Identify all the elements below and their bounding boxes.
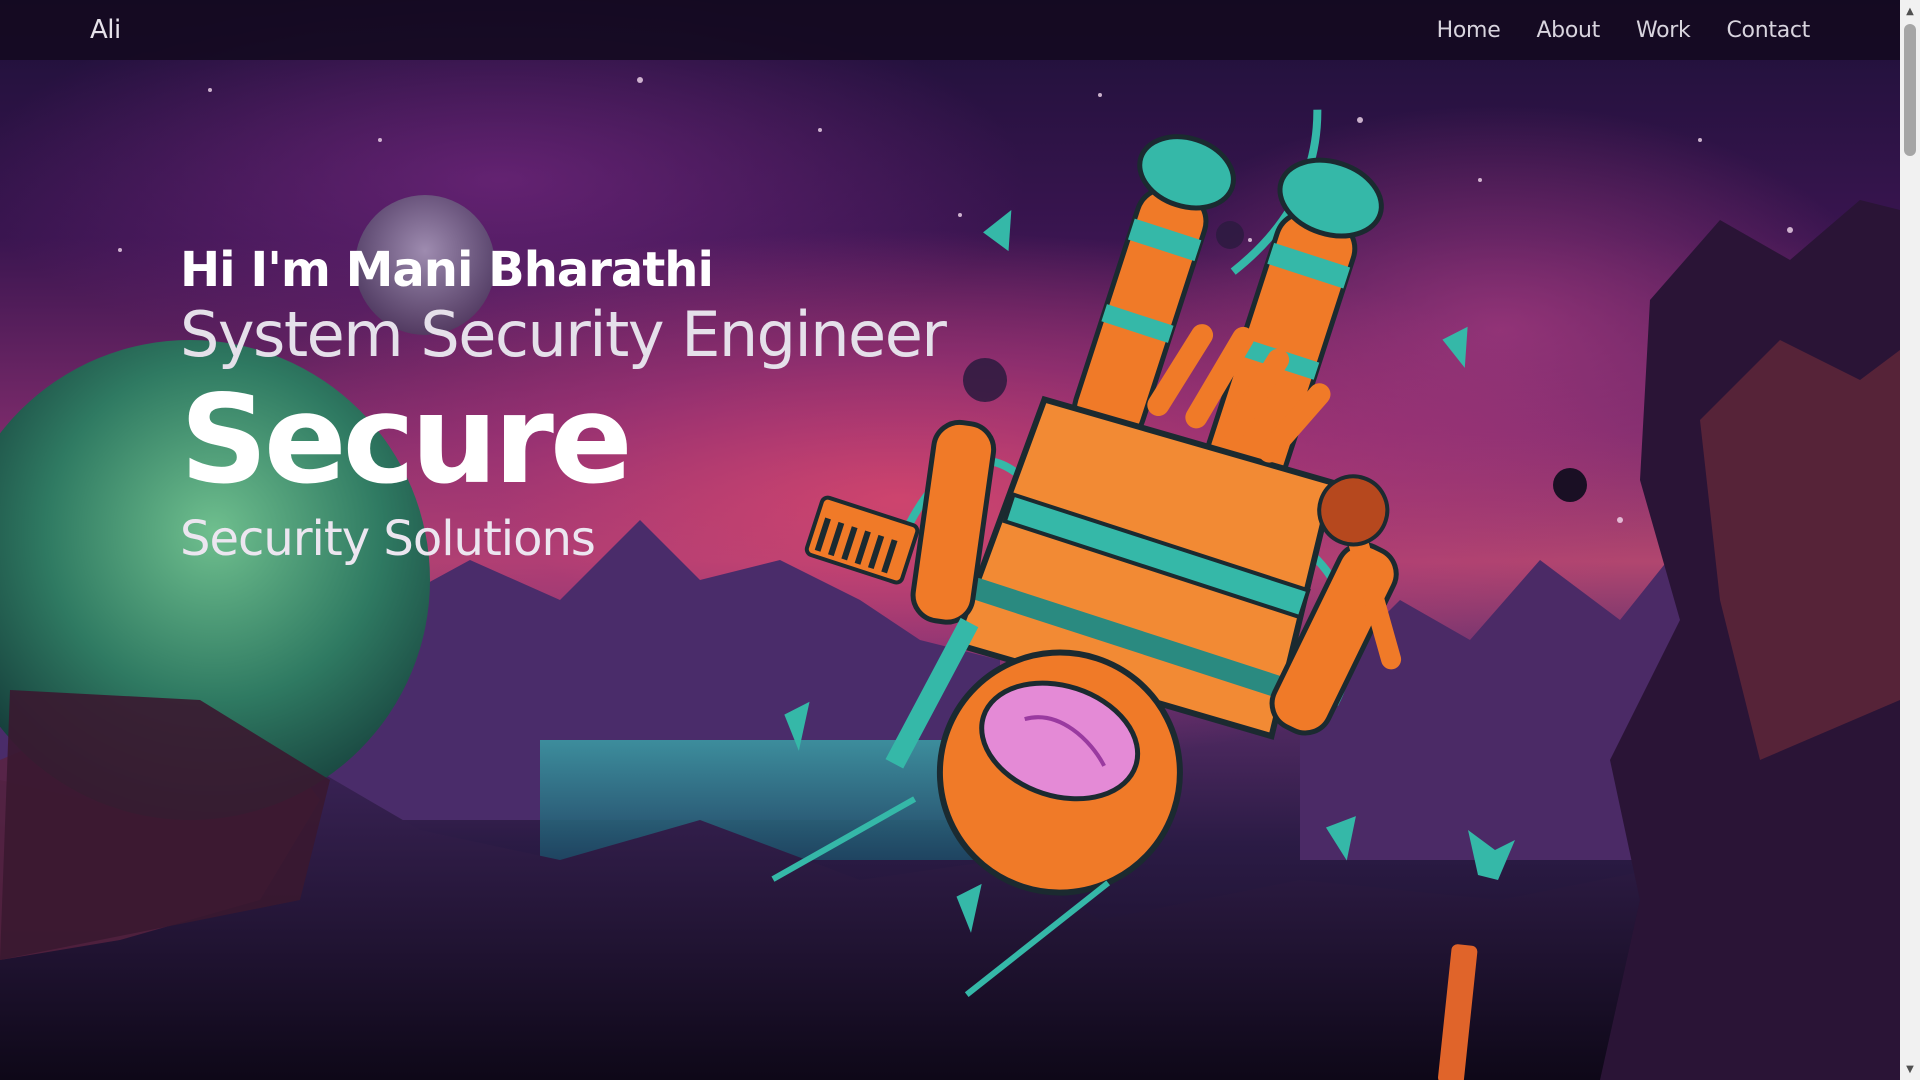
- nav-link-work[interactable]: Work: [1636, 18, 1691, 43]
- hero-greeting: Hi I'm Mani Bharathi: [180, 242, 714, 298]
- nav-links: Home About Work Contact: [1437, 18, 1811, 43]
- hero-headline: Secure: [180, 369, 633, 511]
- top-navbar: Ali Home About Work Contact: [0, 0, 1900, 60]
- nav-link-home[interactable]: Home: [1437, 18, 1501, 43]
- hero-role: System Security Engineer: [180, 298, 947, 371]
- hero-tagline: Security Solutions: [180, 511, 596, 567]
- scroll-thumb[interactable]: [1904, 24, 1916, 156]
- scroll-down-icon[interactable]: ▼: [1900, 1060, 1920, 1078]
- scroll-up-icon[interactable]: ▲: [1900, 2, 1920, 20]
- page-viewport: Ali Home About Work Contact Hi I'm Mani …: [0, 0, 1900, 1080]
- hero-text-block: Hi I'm Mani Bharathi System Security Eng…: [180, 240, 947, 568]
- page-scrollbar[interactable]: ▲ ▼: [1900, 0, 1920, 1080]
- nav-link-contact[interactable]: Contact: [1727, 18, 1811, 43]
- brand-logo[interactable]: Ali: [90, 15, 121, 45]
- nav-link-about[interactable]: About: [1536, 18, 1600, 43]
